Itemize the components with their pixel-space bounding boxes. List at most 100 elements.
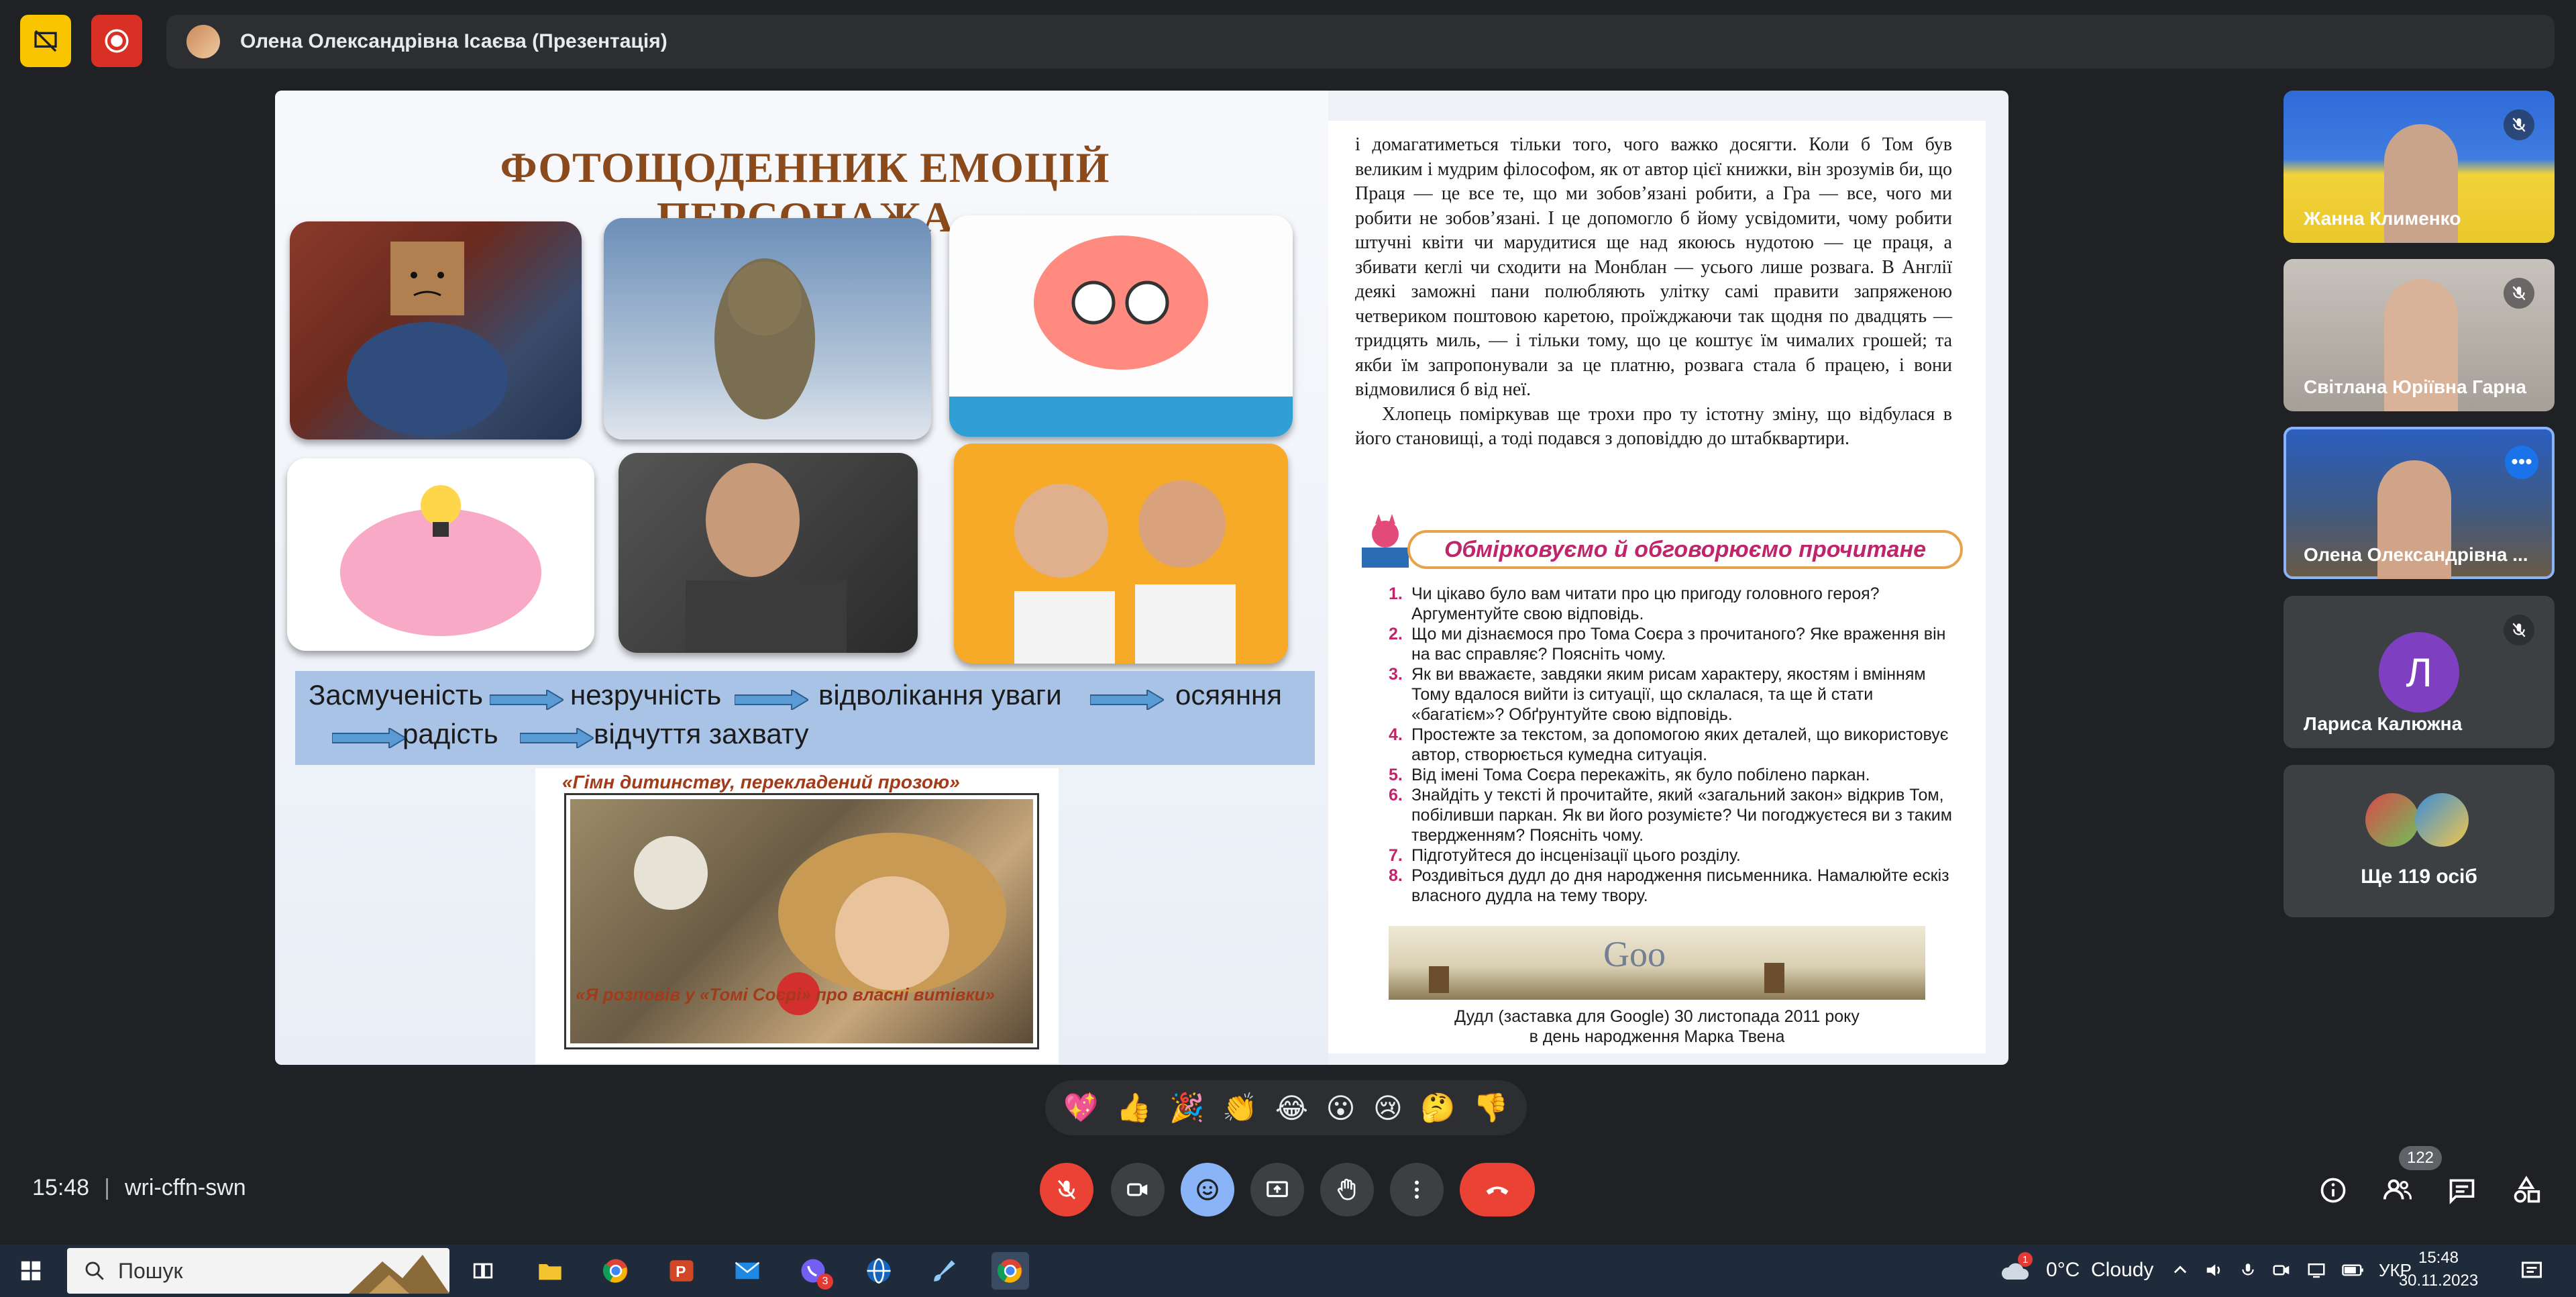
chat-icon [2449,1179,2475,1204]
webcam-icon[interactable] [2271,1260,2292,1280]
reaction-sad-button[interactable]: 😢 [1373,1092,1403,1125]
raise-hand-button[interactable] [1320,1163,1374,1216]
info-icon [2320,1178,2346,1203]
reaction-thumbs-down-button[interactable]: 👎 [1473,1092,1508,1125]
presenter-name: Олена Олександрівна Ісаєва (Презентація) [240,30,667,52]
participant-tile-active[interactable]: ••• Олена Олександрівна ... [2284,427,2555,579]
list-item: 1. Чи цікаво було вам читати про цю приго… [1389,584,1880,623]
mic-off-icon [2504,615,2534,645]
photo-statue-facepalm [604,218,931,439]
battery-icon[interactable] [2341,1260,2364,1280]
meeting-time-and-code: 15:48 | wri-cffn-swn [32,1175,246,1200]
paint-button[interactable] [926,1252,963,1290]
emotion-label: відчуття захвату [594,718,809,749]
powerpoint-icon: P [669,1260,694,1282]
mail-icon [735,1261,760,1280]
participant-tile[interactable]: Жанна Клименко [2284,91,2555,243]
more-options-button[interactable] [1390,1163,1444,1216]
shapes-icon [2514,1176,2540,1203]
taskbar-search-box[interactable]: Пошук [67,1248,449,1294]
emotion-chain-panel: Засмученість незручність відволікання ув… [295,671,1315,765]
recording-button[interactable] [91,15,142,67]
globe-icon [867,1258,891,1284]
book-page: і домагатиметься тільки того, чого важко… [1328,121,1986,1053]
illustration-bottom-caption: «Я розповів у «Томі Соєрі» про власні ви… [576,984,995,1004]
photo-lightbulb-brain [287,458,594,651]
viber-button[interactable]: 3 [794,1252,833,1290]
reactions-button[interactable] [1181,1163,1234,1216]
weather-alert-badge: 1 [2018,1252,2033,1267]
emotion-label: відволікання уваги [818,679,1062,711]
page-paragraph: і домагатиметься тільки того, чого важко… [1355,134,1952,400]
slide-left-panel: ФОТОЩОДЕННИК ЕМОЦІЙ ПЕРСОНАЖА Засмученіс… [275,91,1328,1065]
reaction-laugh-button[interactable]: 😂 [1275,1092,1308,1125]
presentation-off-icon [34,30,57,52]
chrome-icon [997,1259,1022,1283]
arrow-right-icon [332,728,406,748]
leave-call-button[interactable] [1460,1163,1535,1216]
list-item: 7. Підготуйтеся до інсценізації цього роз… [1389,846,1741,865]
discussion-heading-box: Обмірковуємо й обговорюємо прочитане [1355,514,1963,570]
mic-off-icon [2504,278,2534,309]
file-explorer-button[interactable] [531,1252,569,1290]
weather-text: 0°C Cloudy [2046,1259,2154,1281]
notification-icon [2522,1261,2542,1278]
chrome-active-button[interactable] [991,1252,1029,1290]
windows-logo-icon [21,1261,41,1281]
start-button[interactable] [12,1252,50,1290]
search-placeholder: Пошук [118,1259,183,1283]
page-text: і домагатиметься тільки того, чого важко… [1355,133,1952,452]
activities-button[interactable] [2506,1170,2546,1210]
chat-button[interactable] [2442,1170,2482,1210]
more-options-icon[interactable]: ••• [2505,446,2538,479]
emotion-label: осяяння [1175,679,1282,711]
folder-icon [539,1264,561,1280]
weather-widget[interactable]: 1 0°C Cloudy [1999,1249,2153,1291]
chrome-icon [602,1259,628,1283]
notifications-button[interactable] [2513,1252,2551,1290]
network-icon[interactable] [2306,1260,2326,1280]
present-screen-button[interactable] [1250,1163,1304,1216]
emoji-icon [1197,1179,1218,1200]
reaction-thumbs-up-button[interactable]: 👍 [1116,1092,1151,1125]
viber-unread-badge: 3 [817,1274,833,1290]
present-mode-button[interactable] [20,15,71,67]
mail-button[interactable] [729,1252,766,1290]
chrome-taskbar-button[interactable] [597,1252,635,1290]
camera-toggle-button[interactable] [1111,1163,1165,1216]
people-count-badge: 122 [2399,1146,2442,1170]
people-button[interactable] [2377,1170,2418,1210]
chevron-up-icon[interactable] [2171,1261,2190,1280]
reaction-thinking-button[interactable]: 🤔 [1420,1092,1455,1125]
list-item: 5. Від імені Тома Соєра перекажіть, як бу… [1389,766,1870,784]
reaction-clap-button[interactable]: 👏 [1222,1092,1257,1125]
svg-text:Goo: Goo [1603,934,1666,974]
page-paragraph: Хлопець поміркував ще трохи про ту істот… [1355,403,1952,450]
mic-off-icon [2504,109,2534,140]
taskbar-clock[interactable]: 15:48 30.11.2023 [2395,1247,2482,1292]
arrow-right-icon [520,728,594,748]
volume-icon[interactable] [2204,1260,2224,1280]
emotion-label: Засмученість [309,679,483,711]
powerpoint-button[interactable]: P [663,1252,700,1290]
participant-tile[interactable]: Л Лариса Калюжна [2284,596,2555,748]
illustration-top-caption: «Гімн дитинству, перекладений прозою» [562,772,960,792]
reaction-heart-button[interactable]: 💖 [1063,1092,1098,1125]
participant-name: Жанна Клименко [2304,208,2461,229]
microphone-icon[interactable] [2239,1260,2257,1280]
participant-tile[interactable]: Світлана Юріївна Гарна [2284,259,2555,411]
hand-icon [1338,1178,1356,1200]
meeting-details-button[interactable] [2313,1170,2353,1210]
more-participants-tile[interactable]: Ще 119 осіб [2284,765,2555,917]
reaction-party-button[interactable]: 🎉 [1169,1092,1204,1125]
photo-excited-couple [954,444,1288,664]
task-view-button[interactable] [464,1252,502,1290]
mic-toggle-button[interactable] [1040,1163,1093,1216]
browser-button[interactable] [860,1252,898,1290]
more-participants-label: Ще 119 осіб [2361,866,2477,888]
reaction-surprised-button[interactable]: 😮 [1326,1092,1356,1125]
arrow-right-icon [735,690,808,710]
system-tray: УКР [2171,1253,2412,1287]
list-item: 4. Простежте за текстом, за допомогою яки… [1389,725,1949,764]
arrow-right-icon [490,690,564,710]
